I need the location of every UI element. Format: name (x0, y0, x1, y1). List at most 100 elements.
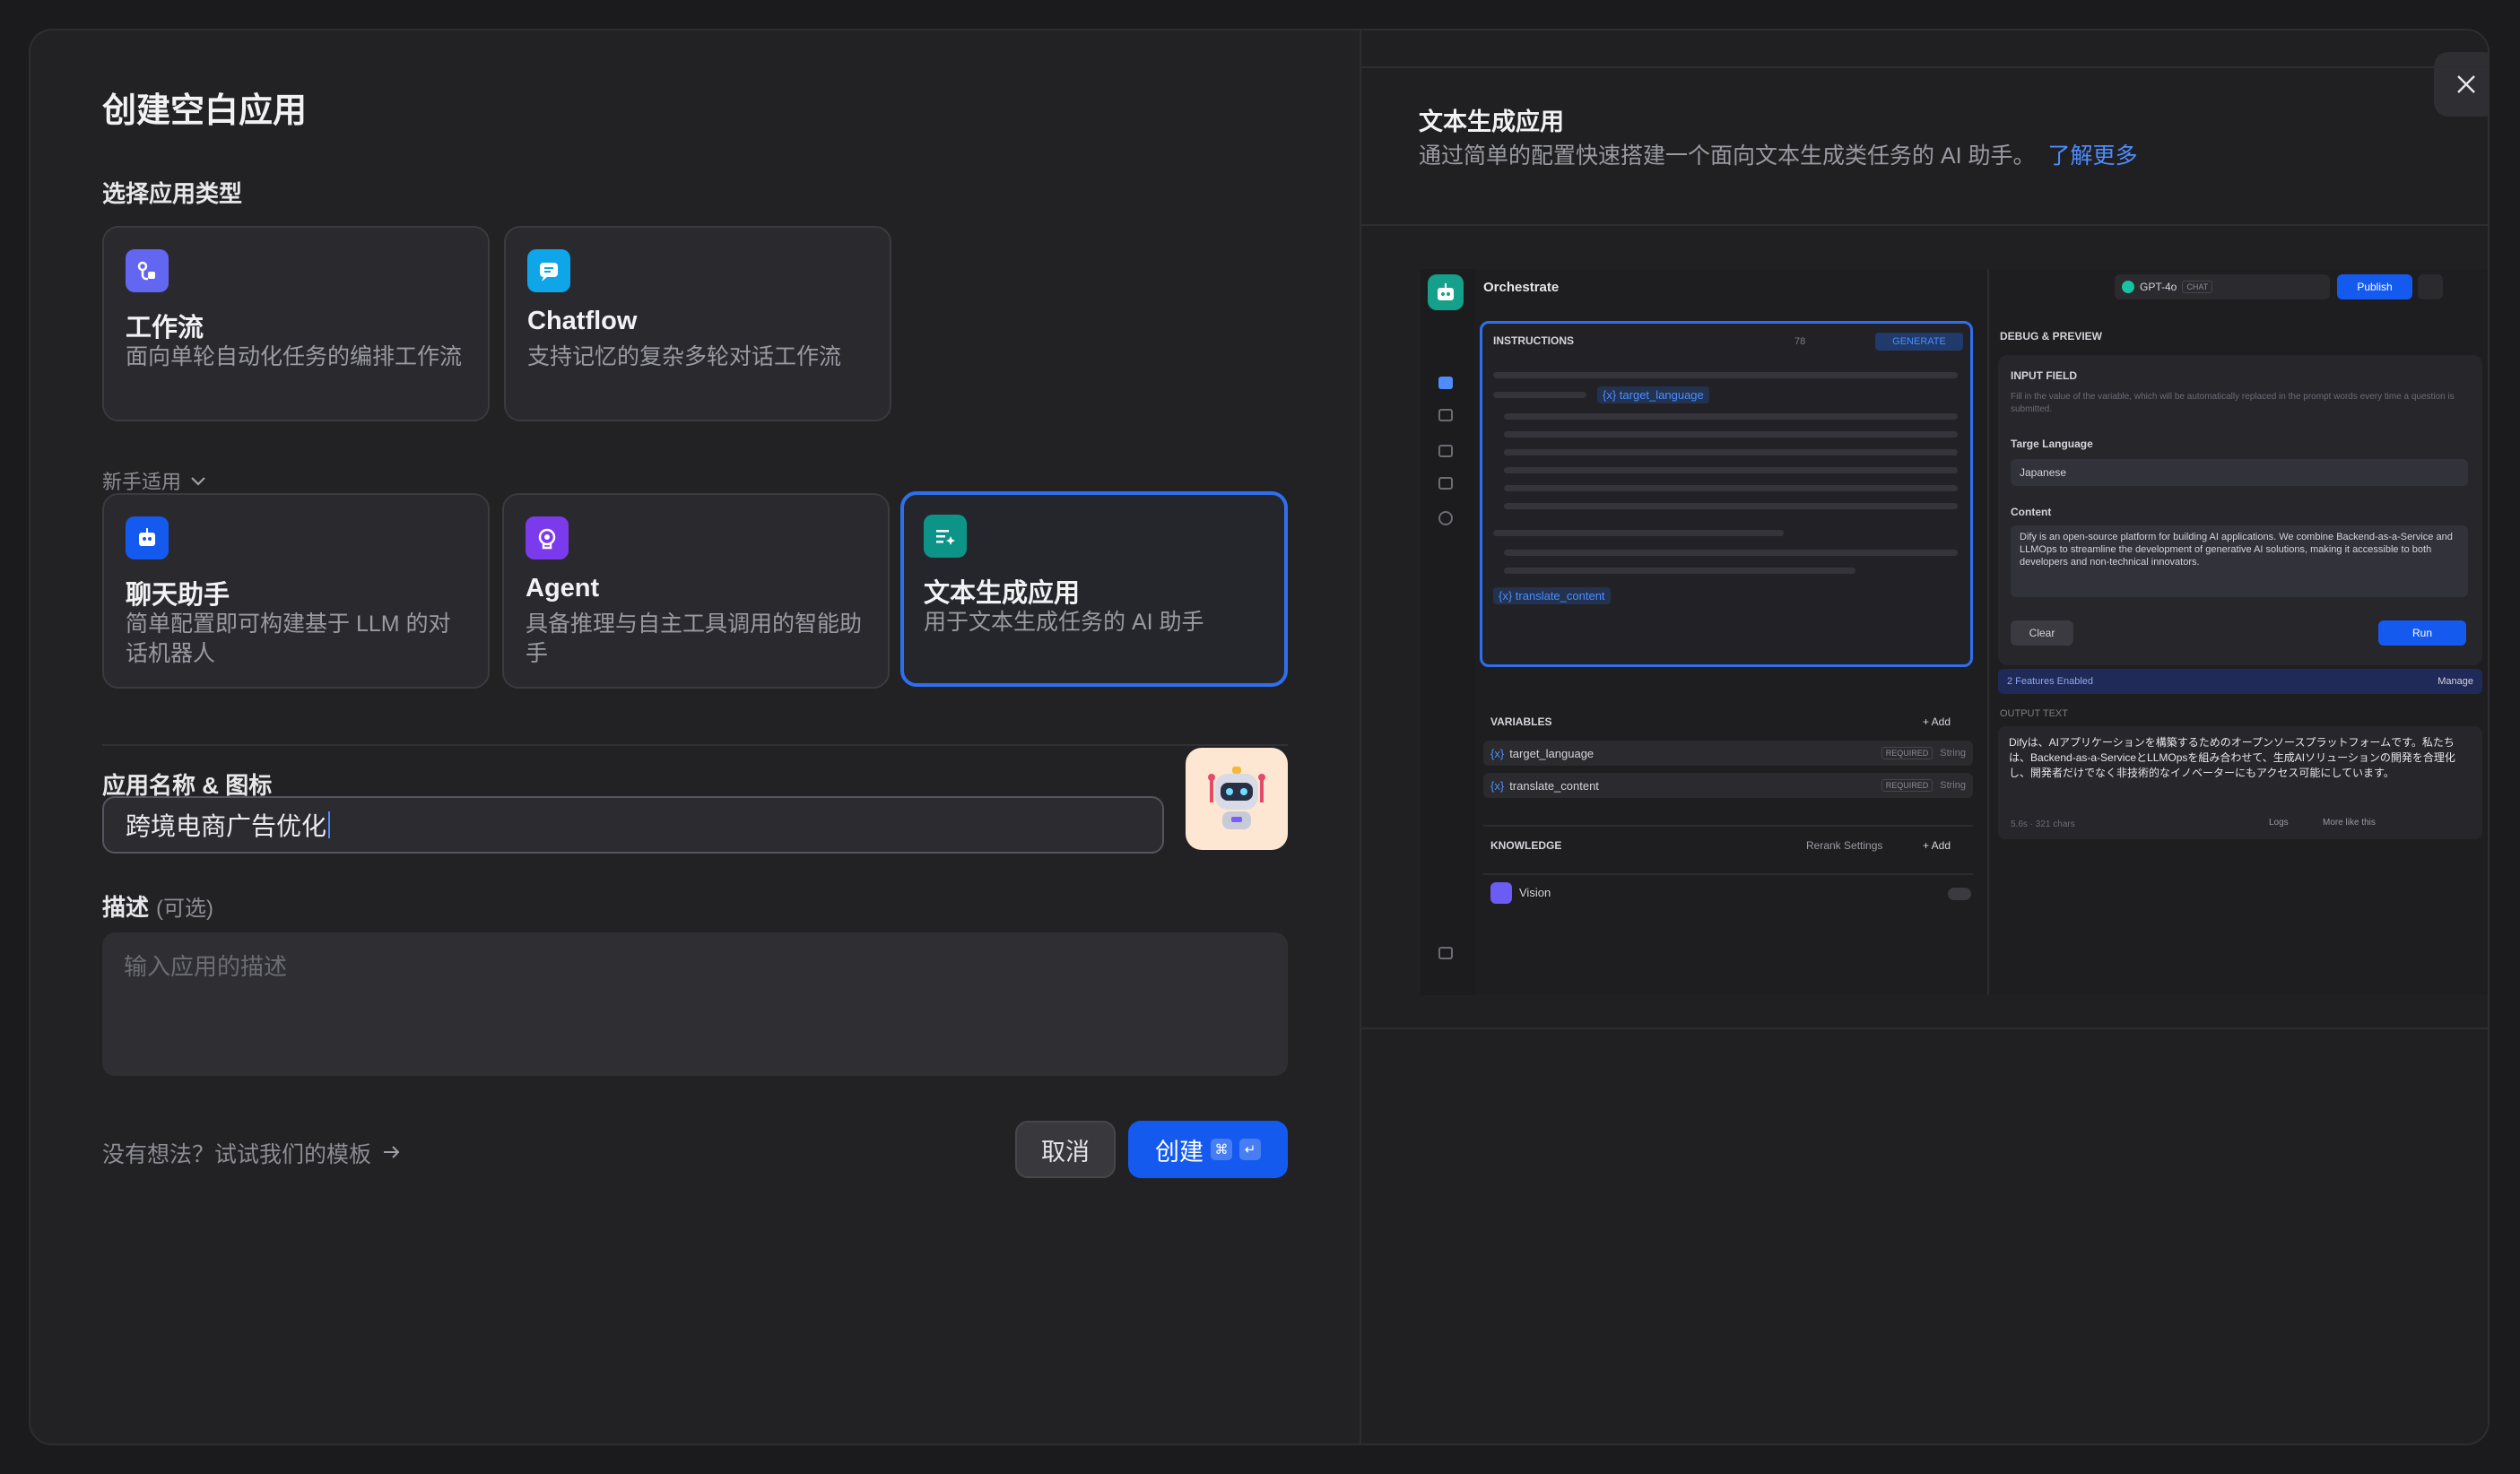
app-avatar-icon (1428, 274, 1464, 310)
description-placeholder: 输入应用的描述 (124, 953, 288, 980)
app-type-preview-panel: 文本生成应用 通过简单的配置快速搭建一个面向文本生成类任务的 AI 助手。 了解更… (1360, 30, 2488, 1444)
variable-name: target_language (1509, 746, 1595, 760)
log-nav-icon (1438, 477, 1453, 490)
instructions-count: 78 (1794, 336, 1806, 347)
variables-label: VARIABLES (1490, 715, 1552, 728)
card-name: 文本生成应用 (924, 579, 1081, 608)
page-title: 创建空白应用 (102, 92, 308, 130)
knowledge-label: KNOWLEDGE (1490, 839, 1562, 852)
chat-bot-icon (126, 516, 169, 559)
rerank-settings: Rerank Settings (1806, 839, 1883, 852)
preview-title: 文本生成应用 (1419, 108, 1564, 135)
card-name: 工作流 (126, 314, 204, 342)
run-button: Run (2378, 620, 2466, 646)
collapse-icon (1438, 947, 1453, 959)
features-label: 2 Features Enabled (2007, 676, 2094, 687)
history-icon (2418, 274, 2443, 299)
command-key-icon: ⌘ (1211, 1139, 1232, 1160)
description-textarea[interactable]: 输入应用的描述 (102, 932, 1288, 1076)
input-field-hint: Fill in the value of the variable, which… (2011, 392, 2455, 414)
panel-divider (1361, 224, 2488, 226)
enter-key-icon: ↵ (1239, 1139, 1261, 1160)
more-like-this-link: More like this (2323, 818, 2376, 828)
learn-more-link[interactable]: 了解更多 (2048, 143, 2138, 169)
var-tag-target-language: {x} target_language (1597, 386, 1709, 403)
app-type-card-text-generation[interactable]: 文本生成应用 用于文本生成任务的 AI 助手 (900, 491, 1288, 687)
app-name-input[interactable]: 跨境电商广告优化 (102, 796, 1164, 854)
create-app-modal: 创建空白应用 选择应用类型 工作流 面向单轮自动化任务的编排工作流 Chatfl… (29, 29, 2490, 1445)
publish-button: Publish (2337, 274, 2412, 299)
template-link-label: 没有想法？试试我们的模板 (102, 1142, 372, 1167)
debug-preview-label: DEBUG & PREVIEW (2000, 330, 2103, 342)
content-textarea: Dify is an open-source platform for buil… (2011, 525, 2468, 597)
preview-description-text: 通过简单的配置快速搭建一个面向文本生成类任务的 AI 助手。 (1419, 143, 2036, 169)
create-app-form: 创建空白应用 选择应用类型 工作流 面向单轮自动化任务的编排工作流 Chatfl… (30, 30, 1360, 1444)
card-desc: 支持记忆的复杂多轮对话工作流 (527, 344, 842, 369)
input-field-label: INPUT FIELD (2011, 369, 2077, 382)
text-generation-icon (924, 515, 967, 558)
app-name-value: 跨境电商广告优化 (126, 812, 327, 840)
app-type-card-chat-assistant[interactable]: 聊天助手 简单配置即可构建基于 LLM 的对话机器人 (102, 493, 490, 689)
doc-nav-icon (1438, 445, 1453, 457)
preview-description: 通过简单的配置快速搭建一个面向文本生成类任务的 AI 助手。 了解更多 (1419, 138, 2138, 170)
target-language-label: Targe Language (2011, 438, 2093, 450)
model-selector: GPT-4o CHAT (2115, 274, 2330, 299)
add-variable-button: + Add (1923, 715, 1951, 728)
card-desc: 具备推理与自主工具调用的智能助手 (526, 611, 863, 666)
beginner-label: 新手适用 (102, 471, 182, 493)
card-desc: 简单配置即可构建基于 LLM 的对话机器人 (126, 611, 451, 666)
input-field-panel: INPUT FIELD Fill in the value of the var… (1998, 355, 2482, 665)
preview-sidebar (1421, 269, 1474, 995)
instructions-label: INSTRUCTIONS (1493, 334, 1574, 347)
app-type-card-chatflow[interactable]: Chatflow 支持记忆的复杂多轮对话工作流 (504, 226, 891, 421)
robot-icon (1208, 767, 1265, 829)
card-desc: 用于文本生成任务的 AI 助手 (924, 610, 1204, 635)
model-badge: CHAT (2182, 281, 2213, 293)
features-banner: 2 Features Enabled Manage (1998, 669, 2482, 694)
cancel-button[interactable]: 取消 (1015, 1121, 1116, 1178)
output-text-label: OUTPUT TEXT (2000, 708, 2068, 719)
app-type-card-workflow[interactable]: 工作流 面向单轮自动化任务的编排工作流 (102, 226, 490, 421)
optional-hint: (可选) (156, 897, 213, 921)
variable-type: String (1940, 748, 1966, 759)
openai-icon (2122, 281, 2134, 293)
try-template-link[interactable]: 没有想法？试试我们的模板 (102, 1137, 402, 1169)
variable-row: {x} target_language REQUIRED String (1483, 741, 1973, 766)
image-nav-icon (1438, 409, 1453, 421)
card-name: Agent (526, 574, 600, 603)
card-name: Chatflow (527, 307, 638, 335)
add-knowledge-button: + Add (1923, 839, 1951, 852)
required-badge: REQUIRED (1881, 779, 1933, 792)
vision-toggle (1948, 888, 1971, 900)
close-button[interactable] (2434, 52, 2488, 117)
orchestrate-nav-icon (1438, 377, 1453, 389)
text-caret (328, 811, 331, 838)
preview-screenshot: Orchestrate GPT-4o CHAT Publish INSTRUCT… (1421, 269, 2488, 995)
generate-button: GENERATE (1875, 333, 1963, 351)
vision-label: Vision (1519, 886, 1551, 899)
logs-link: Logs (2269, 818, 2289, 828)
variable-name: translate_content (1509, 778, 1599, 793)
output-stats: 5.6s · 321 chars (2011, 819, 2075, 829)
clear-button: Clear (2011, 620, 2073, 646)
monitor-nav-icon (1438, 511, 1453, 525)
section-divider (102, 744, 1288, 746)
close-icon (2457, 75, 2475, 93)
arrow-right-icon (382, 1140, 402, 1166)
card-name: 聊天助手 (126, 581, 230, 610)
create-button-label: 创建 (1155, 1138, 1204, 1166)
panel-divider (1361, 1027, 2488, 1029)
preview-app-title: Orchestrate (1483, 280, 1560, 295)
app-icon-picker[interactable] (1186, 748, 1288, 850)
app-type-label: 选择应用类型 (102, 180, 243, 207)
card-desc: 面向单轮自动化任务的编排工作流 (126, 344, 463, 369)
workflow-icon (126, 249, 169, 292)
chatflow-icon (527, 249, 570, 292)
variable-row: {x} translate_content REQUIRED String (1483, 773, 1973, 798)
instructions-box: INSTRUCTIONS 78 GENERATE {x} target_lang… (1480, 321, 1973, 667)
create-button[interactable]: 创建 ⌘ ↵ (1128, 1121, 1288, 1178)
variable-type: String (1940, 780, 1966, 791)
description-label: 描述 (可选) (102, 889, 213, 923)
beginner-toggle[interactable]: 新手适用 (102, 466, 206, 495)
app-type-card-agent[interactable]: Agent 具备推理与自主工具调用的智能助手 (502, 493, 890, 689)
